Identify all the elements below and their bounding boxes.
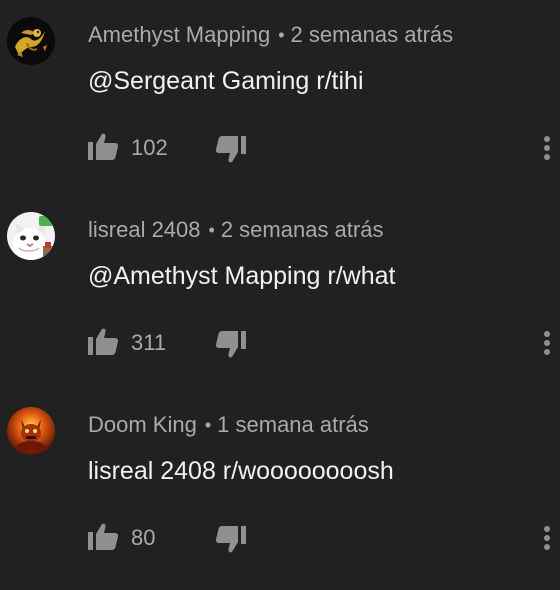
- like-count: 102: [131, 135, 168, 160]
- comment-time[interactable]: 2 semanas atrás: [221, 217, 384, 242]
- like-button[interactable]: [88, 522, 120, 552]
- more-options-button[interactable]: [537, 524, 557, 554]
- comment-meta: lisreal 2408 • 2 semanas atrás: [88, 217, 383, 243]
- like-count: 311: [131, 330, 167, 355]
- cat-avatar-icon: [7, 212, 55, 260]
- comment-text: @Amethyst Mapping r/what: [88, 262, 396, 290]
- meta-separator: •: [278, 25, 285, 45]
- dislike-button[interactable]: [214, 329, 246, 359]
- thumbs-down-icon: [215, 331, 246, 358]
- comment-time[interactable]: 2 semanas atrás: [291, 22, 454, 47]
- like-button[interactable]: [88, 327, 120, 357]
- meta-separator: •: [204, 415, 212, 435]
- author-avatar[interactable]: [7, 407, 55, 455]
- author-name[interactable]: Doom King: [88, 412, 197, 437]
- comment-item: Amethyst Mapping • 2 semanas atrás @Sergea…: [0, 0, 560, 195]
- comment-text: @Sergeant Gaming r/tihi: [88, 67, 364, 95]
- more-vertical-icon: [544, 526, 550, 550]
- author-name[interactable]: lisreal 2408: [88, 217, 201, 242]
- more-vertical-icon: [544, 136, 550, 160]
- comment-meta: Amethyst Mapping • 2 semanas atrás: [88, 22, 453, 48]
- dislike-button[interactable]: [214, 524, 246, 554]
- more-options-button[interactable]: [537, 134, 557, 164]
- thumbs-up-icon: [88, 328, 119, 355]
- author-avatar[interactable]: [7, 212, 55, 260]
- comment-text: lisreal 2408 r/woooooooosh: [88, 457, 394, 485]
- thumbs-up-icon: [88, 523, 119, 550]
- comment-item: Doom King • 1 semana atrás lisreal 2408 r/…: [0, 390, 560, 585]
- comment-time[interactable]: 1 semana atrás: [217, 412, 369, 437]
- author-name[interactable]: Amethyst Mapping: [88, 22, 270, 47]
- comment-item: lisreal 2408 • 2 semanas atrás @Amethyst M…: [0, 195, 560, 390]
- doom-avatar-icon: [7, 407, 55, 455]
- dislike-button[interactable]: [214, 134, 246, 164]
- thumbs-down-icon: [215, 136, 246, 163]
- thumbs-up-icon: [88, 133, 119, 160]
- more-options-button[interactable]: [537, 329, 557, 359]
- thumbs-down-icon: [215, 526, 246, 553]
- dragon-avatar-icon: [7, 17, 55, 65]
- author-avatar[interactable]: [7, 17, 55, 65]
- more-vertical-icon: [544, 331, 550, 355]
- meta-separator: •: [208, 220, 215, 240]
- like-count: 80: [131, 525, 156, 550]
- comment-meta: Doom King • 1 semana atrás: [88, 412, 369, 438]
- like-button[interactable]: [88, 132, 120, 162]
